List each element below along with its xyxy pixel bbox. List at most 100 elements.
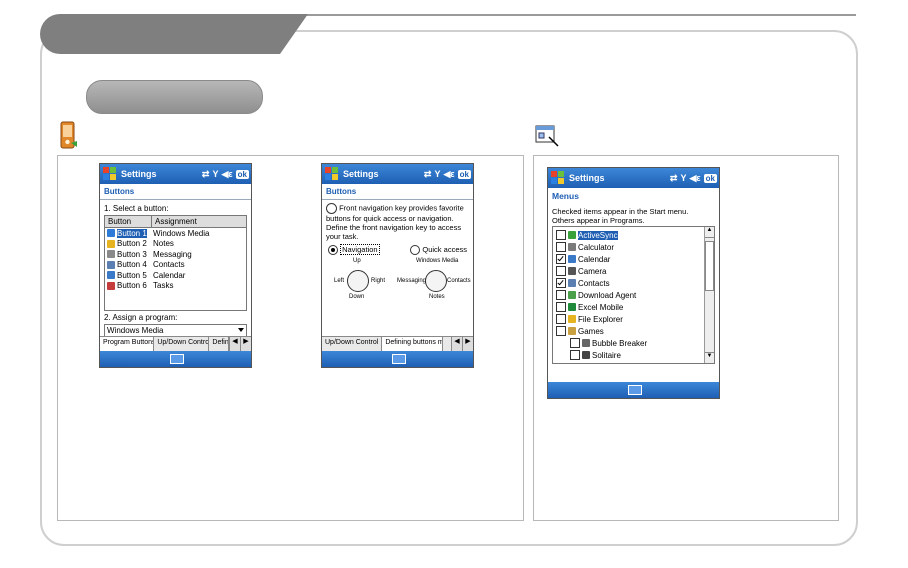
checkbox-icon[interactable] [570,350,580,360]
program-icon [107,281,115,290]
dpad-icon [347,270,369,293]
button-name: Button 4 [117,260,147,270]
input-bar [100,351,251,367]
ok-button[interactable]: ok [703,173,717,183]
input-bar [322,351,473,367]
checkbox-icon[interactable] [556,230,566,240]
tab-up-down-control[interactable]: Up/Down Control [154,337,210,351]
scroll-up-icon[interactable]: ▲ [705,227,714,238]
program-icon [568,231,576,239]
checkbox-icon[interactable] [556,302,566,312]
button-name: Button 2 [117,239,147,249]
pda-device-icon [60,121,78,151]
list-item[interactable]: ActiveSync [556,229,714,241]
signal-icon[interactable]: Y [212,169,218,179]
program-icon [568,303,576,311]
volume-icon[interactable]: ◀ε [221,169,232,180]
list-item[interactable]: Download Agent [556,289,714,301]
table-row[interactable]: Button 3 Messaging [105,249,246,260]
menu-item-list[interactable]: ActiveSync Calculator Calendar Camera Contac… [552,226,715,364]
button-name: Button 6 [117,281,147,291]
volume-icon[interactable]: ◀ε [689,173,700,184]
tab-scroll-left-icon[interactable]: ◀ [229,337,240,351]
tab-bar: Program Buttons Up/Down Control Defini ◀… [100,336,251,351]
signal-icon[interactable]: Y [434,169,440,179]
menu-item-label: Contacts [578,278,610,288]
tab-up-down-control[interactable]: Up/Down Control [322,337,383,351]
list-item[interactable]: Excel Mobile [556,301,714,313]
scrollbar[interactable]: ▲ ▼ [704,227,714,363]
list-item[interactable]: Calculator [556,241,714,253]
page-heading: Buttons [100,184,251,200]
table-row[interactable]: Button 6 Tasks [105,281,246,292]
start-icon[interactable] [325,167,339,181]
tab-scroll-right-icon[interactable]: ▶ [462,337,473,351]
checkbox-checked-icon[interactable] [556,278,566,288]
tab-defining-buttons[interactable]: Defini [209,337,229,351]
table-row[interactable]: Button 1 Windows Media [105,228,246,239]
chevron-down-icon [238,328,244,332]
program-icon [568,279,576,287]
sync-icon[interactable]: ⇄ [202,169,210,180]
quick-access-option[interactable]: Quick access [410,245,467,256]
table-row[interactable]: Button 4 Contacts [105,260,246,271]
navigation-option[interactable]: Navigation [328,244,380,256]
button-list[interactable]: Button Assignment Button 1 Windows Media B… [104,215,247,311]
keyboard-icon[interactable] [169,354,184,364]
list-item[interactable]: Camera [556,265,714,277]
tab-program-buttons[interactable]: Program Buttons [100,337,155,351]
sync-icon[interactable]: ⇄ [424,169,432,180]
header-rule [290,14,856,16]
checkbox-icon[interactable] [570,338,580,348]
program-icon [568,327,576,335]
button-assignment: Windows Media [153,228,210,238]
pad2-up-label: Windows Media [416,258,459,265]
menu-item-label: Bubble Breaker [592,338,648,348]
list-item[interactable]: Contacts [556,277,714,289]
pad1-right-label: Right [371,278,386,285]
title-bar: Settings ⇄ Y ◀ε ok [100,164,251,184]
settings-window-icon [535,124,561,148]
list-item[interactable]: Games [556,325,714,337]
button-assignment: Notes [153,239,174,249]
checkbox-checked-icon[interactable] [556,254,566,264]
tab-scroll-right-icon[interactable]: ▶ [240,337,251,351]
scroll-down-icon[interactable]: ▼ [705,352,714,363]
list-item[interactable]: Bubble Breaker [556,337,714,349]
checkbox-icon[interactable] [556,326,566,336]
tab-scroll-left-icon[interactable]: ◀ [451,337,462,351]
keyboard-icon[interactable] [391,354,406,364]
column-header-assignment[interactable]: Assignment [152,216,200,227]
menu-item-label: Solitaire [592,350,621,360]
keyboard-icon[interactable] [627,385,642,395]
button-assignment: Contacts [153,260,185,270]
navigation-key-screen: Settings ⇄ Y ◀ε ok Buttons Front navigat… [321,163,474,368]
button-assignment: Messaging [153,249,192,259]
menu-item-label: Calendar [578,254,611,264]
program-icon [568,243,576,251]
button-name: Button 3 [117,249,147,259]
table-row[interactable]: Button 2 Notes [105,239,246,250]
table-row[interactable]: Button 5 Calendar [105,270,246,281]
page-heading: Menus [552,191,579,201]
list-item[interactable]: Solitaire [556,349,714,361]
start-icon[interactable] [103,167,117,181]
dpad-shortcut-icon [425,270,447,293]
ok-button[interactable]: ok [457,169,471,179]
checkbox-icon[interactable] [556,266,566,276]
tab-defining-buttons[interactable]: Defining buttons mo [382,337,444,351]
checkbox-icon[interactable] [556,314,566,324]
checkbox-icon[interactable] [556,242,566,252]
sync-icon[interactable]: ⇄ [670,173,678,184]
volume-icon[interactable]: ◀ε [443,169,454,180]
menu-item-label: Download Agent [578,290,637,300]
ok-button[interactable]: ok [235,169,249,179]
list-item[interactable]: Calendar [556,253,714,265]
column-header-button[interactable]: Button [105,216,152,227]
scroll-thumb[interactable] [705,241,714,291]
no-signal-icon[interactable]: Y [680,173,686,183]
checkbox-icon[interactable] [556,290,566,300]
start-icon[interactable] [551,171,565,185]
list-item[interactable]: File Explorer [556,313,714,325]
menu-item-label: Excel Mobile [578,302,624,312]
